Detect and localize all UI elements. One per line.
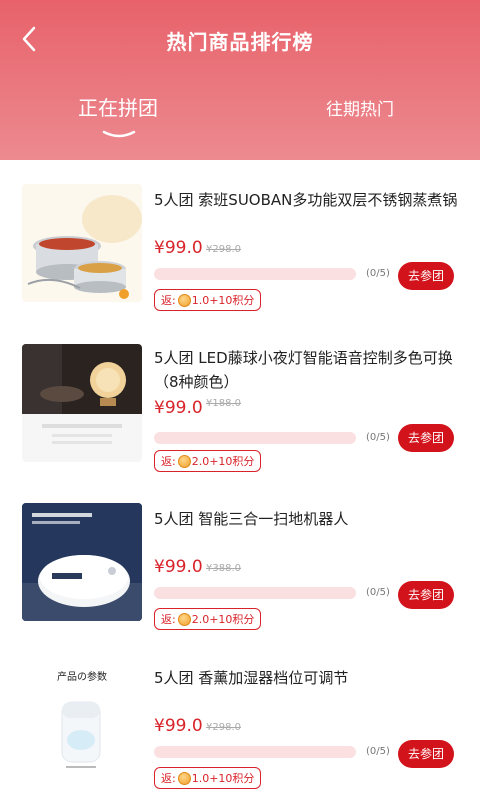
reward-prefix: 返: bbox=[161, 613, 176, 626]
tab-ongoing[interactable]: 正在拼团 bbox=[78, 92, 158, 121]
reward-prefix: 返: bbox=[161, 455, 176, 468]
group-price: ¥99.0 bbox=[154, 716, 203, 736]
list-item[interactable]: 5人团 智能三合一扫地机器人 ¥99.0 ¥388.0 (0/5) 去参团 返:… bbox=[0, 479, 480, 638]
reward-prefix: 返: bbox=[161, 772, 176, 785]
list-item[interactable]: 产品の参数 5人团 香薰加湿器档位可调节 ¥99.0 ¥298.0 (0/5) … bbox=[0, 638, 480, 797]
progress-bar bbox=[154, 268, 356, 280]
reward-value: 1.0+10积分 bbox=[191, 294, 255, 307]
join-group-button[interactable]: 去参团 bbox=[398, 424, 454, 452]
coin-icon bbox=[177, 612, 191, 626]
original-price: ¥388.0 bbox=[206, 563, 241, 574]
tab-active-indicator bbox=[102, 130, 136, 138]
product-name[interactable]: 5人团 香薰加湿器档位可调节 bbox=[154, 666, 464, 690]
original-price: ¥298.0 bbox=[206, 722, 241, 733]
coin-icon bbox=[177, 454, 191, 468]
list-item[interactable]: 5人团 LED藤球小夜灯智能语音控制多色可换（8种颜色） ¥99.0 ¥188.… bbox=[0, 320, 480, 479]
reward-badge: 返: 1.0+10积分 bbox=[154, 767, 262, 789]
group-count: (0/5) bbox=[366, 746, 390, 757]
progress-bar bbox=[154, 746, 356, 758]
header: 热门商品排行榜 正在拼团 往期热门 bbox=[0, 0, 480, 160]
reward-badge: 返: 2.0+10积分 bbox=[154, 450, 262, 472]
join-group-button[interactable]: 去参团 bbox=[398, 581, 454, 609]
coin-icon bbox=[177, 293, 191, 307]
thumb-caption: 产品の参数 bbox=[57, 670, 107, 683]
original-price: ¥298.0 bbox=[206, 244, 241, 255]
group-count: (0/5) bbox=[366, 587, 390, 598]
product-name[interactable]: 5人团 索班SUOBAN多功能双层不锈钢蒸煮锅 bbox=[154, 188, 464, 212]
tab-past-hot[interactable]: 往期热门 bbox=[326, 95, 394, 120]
reward-value: 2.0+10积分 bbox=[191, 613, 255, 626]
join-group-button[interactable]: 去参团 bbox=[398, 740, 454, 768]
product-image bbox=[22, 184, 142, 302]
list-item[interactable]: 5人团 索班SUOBAN多功能双层不锈钢蒸煮锅 ¥99.0 ¥298.0 (0/… bbox=[0, 160, 480, 320]
product-list: 5人团 索班SUOBAN多功能双层不锈钢蒸煮锅 ¥99.0 ¥298.0 (0/… bbox=[0, 160, 480, 797]
product-image bbox=[22, 344, 142, 462]
reward-badge: 返: 2.0+10积分 bbox=[154, 608, 262, 630]
group-price: ¥99.0 bbox=[154, 557, 203, 577]
reward-value: 1.0+10积分 bbox=[191, 772, 255, 785]
product-name[interactable]: 5人团 智能三合一扫地机器人 bbox=[154, 507, 464, 531]
progress-bar bbox=[154, 432, 356, 444]
reward-badge: 返: 1.0+10积分 bbox=[154, 289, 262, 311]
group-price: ¥99.0 bbox=[154, 398, 203, 418]
coin-icon bbox=[177, 771, 191, 785]
progress-bar bbox=[154, 587, 356, 599]
product-name[interactable]: 5人团 LED藤球小夜灯智能语音控制多色可换（8种颜色） bbox=[154, 346, 464, 394]
join-group-button[interactable]: 去参团 bbox=[398, 262, 454, 290]
reward-prefix: 返: bbox=[161, 294, 176, 307]
page-title: 热门商品排行榜 bbox=[166, 30, 314, 54]
group-price: ¥99.0 bbox=[154, 238, 203, 258]
product-image bbox=[22, 503, 142, 621]
group-count: (0/5) bbox=[366, 432, 390, 443]
original-price: ¥188.0 bbox=[206, 398, 241, 409]
group-count: (0/5) bbox=[366, 268, 390, 279]
reward-value: 2.0+10积分 bbox=[191, 455, 255, 468]
product-image: 产品の参数 bbox=[22, 662, 142, 780]
